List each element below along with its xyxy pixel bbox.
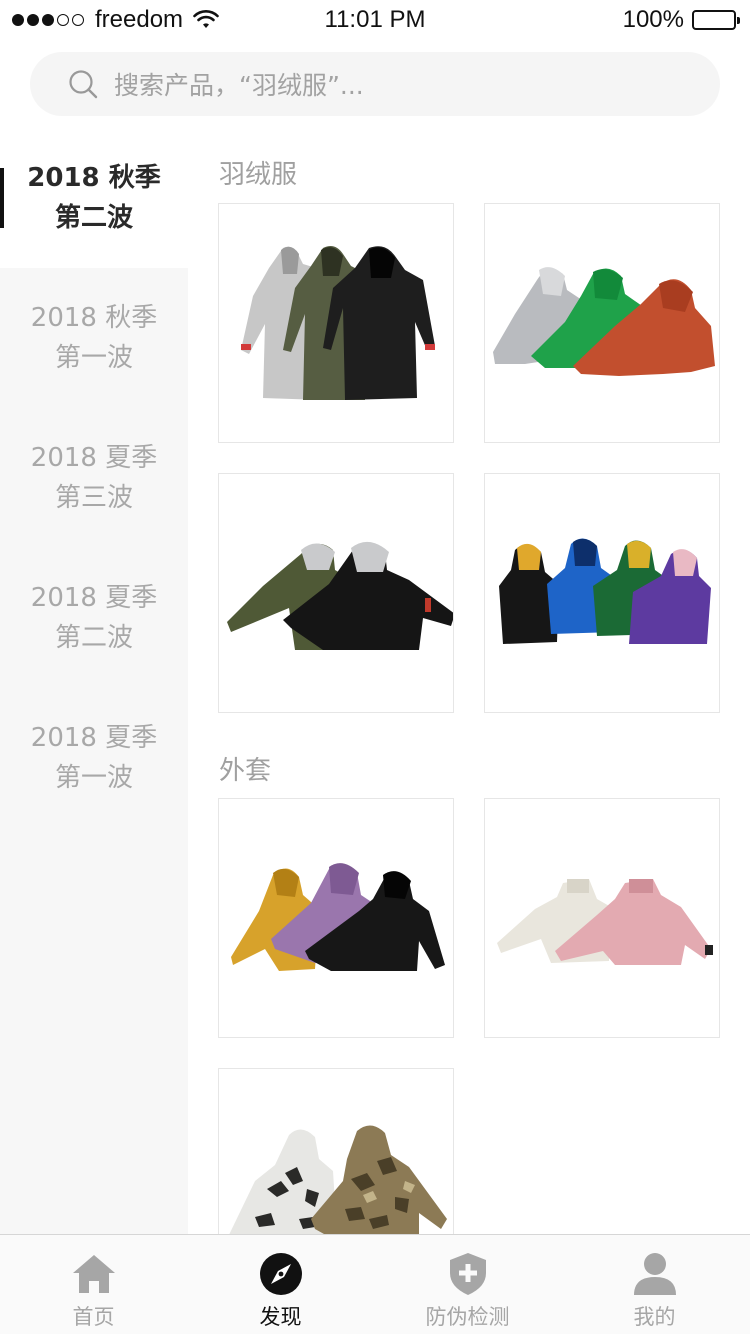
- tab-profile[interactable]: 我的: [561, 1235, 748, 1334]
- sidebar-item-season: 2018 夏季: [30, 443, 158, 473]
- search-bar[interactable]: 搜索产品，“羽绒服”...: [30, 52, 720, 116]
- user-icon: [634, 1253, 676, 1295]
- product-card[interactable]: [484, 203, 720, 443]
- search-placeholder: 搜索产品，“羽绒服”...: [114, 71, 364, 100]
- product-image: [493, 267, 715, 376]
- sidebar-item-season: 2018 夏季: [30, 723, 158, 753]
- sidebar-item-summer-wave-3[interactable]: 2018 夏季 第三波: [0, 408, 188, 548]
- sidebar-item-summer-wave-2[interactable]: 2018 夏季 第二波: [0, 548, 188, 688]
- sidebar-item-summer-wave-1[interactable]: 2018 夏季 第一波: [0, 688, 188, 828]
- product-image: [229, 1125, 447, 1234]
- tab-discover[interactable]: 发现: [187, 1235, 374, 1334]
- product-image: [241, 246, 435, 400]
- sidebar-item-wave: 第二波: [54, 623, 133, 653]
- sidebar-item-wave: 第三波: [54, 483, 133, 513]
- tab-label: 首页: [72, 1305, 115, 1329]
- status-bar: freedom 11:01 PM 100%: [0, 0, 750, 40]
- section-title-down-jackets: 羽绒服: [219, 160, 298, 190]
- sidebar-item-wave: 第一波: [54, 343, 133, 373]
- tab-label: 防伪检测: [425, 1305, 510, 1329]
- shield-plus-icon: [450, 1253, 486, 1295]
- tab-label: 发现: [259, 1305, 302, 1329]
- sidebar-item-season: 2018 秋季: [30, 303, 158, 333]
- battery-status: 100%: [622, 6, 740, 34]
- bottom-tab-bar: 首页 发现 防伪检测 我的: [0, 1234, 750, 1334]
- product-card[interactable]: [218, 1068, 454, 1234]
- compass-icon: [260, 1253, 302, 1295]
- category-sidebar: 2018 秋季 第二波 2018 秋季 第一波 2018 夏季 第三波 2018…: [0, 128, 188, 1234]
- tab-label: 我的: [633, 1305, 676, 1329]
- battery-icon: [692, 10, 740, 30]
- tab-anti-counterfeit[interactable]: 防伪检测: [374, 1235, 561, 1334]
- sidebar-item-season: 2018 夏季: [30, 583, 158, 613]
- product-card[interactable]: [484, 473, 720, 713]
- sidebar-item-wave: 第一波: [54, 763, 133, 793]
- tab-home[interactable]: 首页: [0, 1235, 187, 1334]
- product-content: 羽绒服 外套: [188, 128, 750, 1234]
- home-icon: [73, 1255, 115, 1293]
- search-icon: [69, 70, 98, 99]
- product-card[interactable]: [218, 473, 454, 713]
- section-title-outerwear: 外套: [219, 756, 272, 786]
- product-card[interactable]: [218, 798, 454, 1038]
- battery-percent: 100%: [622, 6, 684, 33]
- product-image: [499, 538, 711, 644]
- product-image: [497, 879, 713, 965]
- product-image: [227, 541, 453, 650]
- sidebar-item-wave: 第二波: [54, 203, 133, 233]
- sidebar-item-autumn-wave-1[interactable]: 2018 秋季 第一波: [0, 268, 188, 408]
- product-card[interactable]: [218, 203, 454, 443]
- sidebar-item-autumn-wave-2[interactable]: 2018 秋季 第二波: [0, 128, 188, 268]
- sidebar-item-season: 2018 秋季: [27, 163, 161, 193]
- active-indicator: [0, 168, 4, 228]
- product-image: [231, 863, 445, 971]
- product-card[interactable]: [484, 798, 720, 1038]
